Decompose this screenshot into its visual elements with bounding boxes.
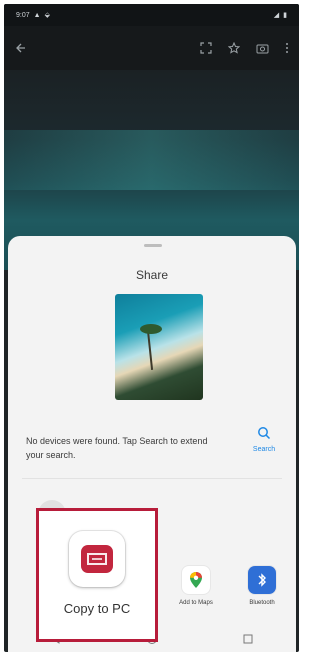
camera-icon[interactable]: [256, 42, 269, 54]
image-preview: [115, 294, 203, 400]
gallery-top-bar: [4, 26, 299, 70]
maps-pin-icon: [182, 566, 210, 594]
search-button[interactable]: Search: [244, 426, 284, 453]
copy-to-pc-label: Copy to PC: [63, 601, 131, 616]
no-devices-message: No devices were found. Tap Search to ext…: [26, 436, 208, 460]
divider: [22, 478, 282, 479]
app-bluetooth[interactable]: Bluetooth: [232, 566, 292, 606]
scan-icon[interactable]: [200, 42, 212, 54]
signal-icon: ◢: [273, 12, 280, 19]
palm-fronds: [140, 324, 162, 334]
sheet-handle[interactable]: [144, 244, 162, 247]
copy-to-pc-icon: [69, 531, 125, 587]
warning-icon: ▲: [33, 11, 41, 19]
search-label: Search: [252, 446, 276, 453]
copy-to-pc-highlight[interactable]: Copy to PC: [36, 508, 158, 642]
battery-icon: ▮: [283, 12, 287, 19]
bluetooth-icon: [248, 566, 276, 594]
more-options-icon[interactable]: [285, 42, 289, 54]
app-add-to-maps[interactable]: Add to Maps: [166, 566, 226, 606]
share-title: Share: [135, 268, 169, 282]
app-label: Add to Maps: [179, 600, 213, 606]
recents-nav-icon[interactable]: [242, 633, 254, 645]
search-icon: [258, 427, 271, 440]
back-arrow-icon[interactable]: [14, 42, 26, 54]
status-bar: 9:07 ▲ ⬙ ◢ ▮: [4, 4, 299, 26]
status-time: 9:07: [16, 11, 30, 19]
palm-trunk: [146, 330, 154, 370]
star-icon[interactable]: [228, 42, 240, 54]
notification-icon: ⬙: [44, 12, 50, 19]
app-label: Bluetooth: [249, 600, 275, 606]
